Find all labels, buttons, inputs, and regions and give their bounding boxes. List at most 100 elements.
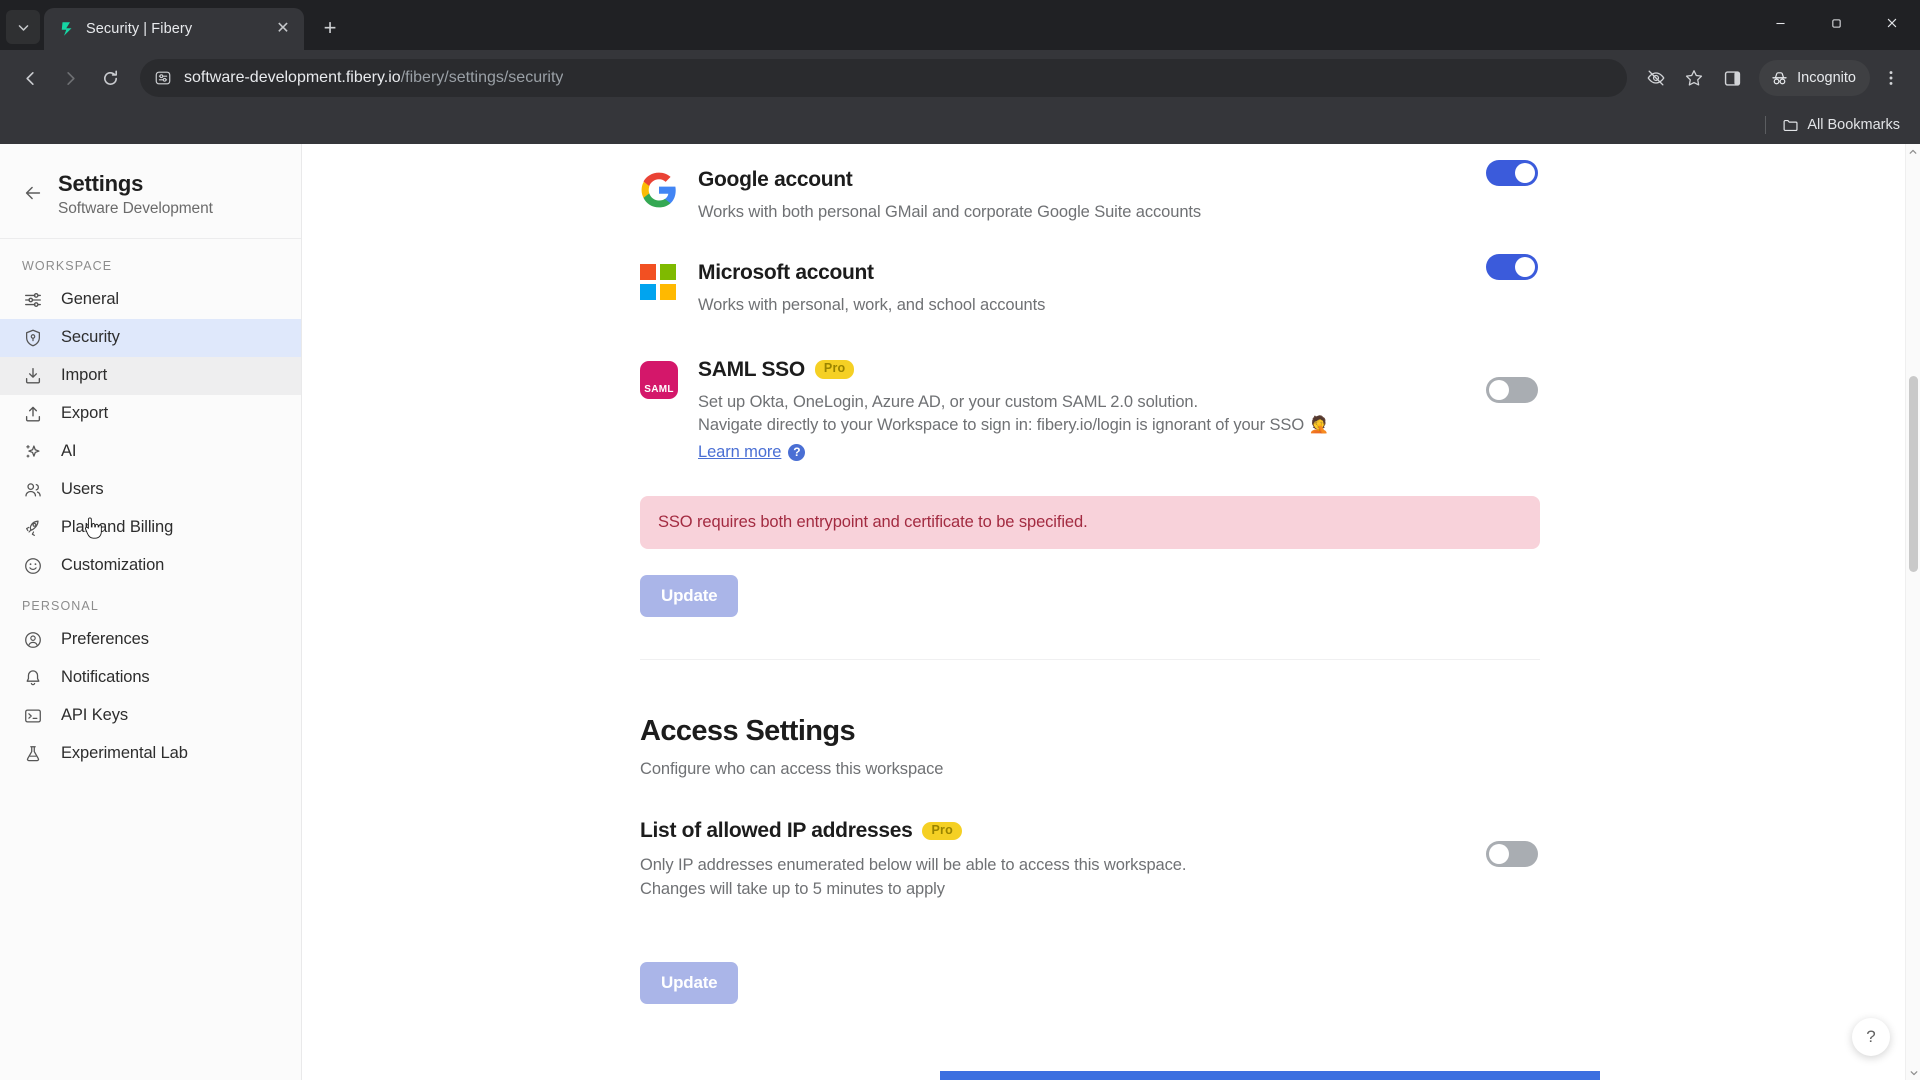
sidebar-item-customization[interactable]: Customization [0, 547, 301, 585]
saml-logo-text: SAML [644, 383, 674, 395]
sidebar-item-label: Plan and Billing [61, 518, 174, 536]
sidebar-item-label: General [61, 290, 120, 308]
upload-icon [22, 403, 44, 425]
ip-allowlist-row: List of allowed IP addresses Pro Only IP… [640, 819, 1540, 902]
sliders-icon [22, 289, 44, 311]
page-title: Settings [58, 171, 144, 196]
incognito-icon [1770, 69, 1789, 88]
fibery-logo-icon [58, 20, 76, 38]
auth-method-google: Google account Works with both personal … [640, 144, 1540, 230]
sso-update-button[interactable]: Update [640, 575, 739, 618]
sidebar-item-label: Import [61, 366, 108, 384]
smiley-icon [22, 555, 44, 577]
close-window-icon[interactable] [1864, 0, 1920, 46]
scrollbar-thumb[interactable] [1909, 376, 1918, 572]
sidebar-item-label: AI [61, 442, 77, 460]
sidebar-item-export[interactable]: Export [0, 395, 301, 433]
section-divider [640, 659, 1540, 661]
pro-badge: Pro [814, 360, 855, 380]
tab-strip: Security | Fibery ✕ + [0, 0, 1920, 50]
maximize-icon[interactable] [1808, 0, 1864, 46]
all-bookmarks-button[interactable]: All Bookmarks [1776, 113, 1906, 138]
arrow-left-icon[interactable] [22, 182, 44, 209]
scroll-down-arrow-icon[interactable] [1906, 1065, 1920, 1080]
saml-logo-icon: SAML [640, 360, 682, 399]
sidebar-item-preferences[interactable]: Preferences [0, 621, 301, 659]
sparkle-icon [22, 441, 44, 463]
sidebar-item-import[interactable]: Import [0, 356, 301, 395]
download-icon [22, 365, 44, 387]
sidebar-item-notifications[interactable]: Notifications [0, 659, 301, 697]
divider [1765, 116, 1767, 134]
ip-allowlist-description: Only IP addresses enumerated below will … [640, 854, 1540, 902]
vertical-scrollbar[interactable] [1905, 144, 1920, 1080]
new-tab-button[interactable]: + [314, 12, 346, 44]
access-settings-subtitle: Configure who can access this workspace [640, 760, 944, 779]
scroll-up-arrow-icon[interactable] [1906, 144, 1920, 159]
window-controls [1752, 0, 1920, 46]
chevron-down-icon[interactable] [6, 10, 40, 44]
auth-method-title: SAML SSO Pro [698, 358, 1540, 382]
auth-method-description: Works with both personal GMail and corpo… [698, 203, 1202, 221]
sidebar-item-label: Notifications [61, 668, 150, 686]
toggle-knob [1489, 379, 1509, 400]
all-bookmarks-label: All Bookmarks [1807, 117, 1900, 133]
microsoft-logo-icon [640, 264, 682, 305]
learn-more-link[interactable]: Learn more ? [698, 441, 806, 464]
sidebar-item-label: Users [61, 480, 104, 498]
minimize-icon[interactable] [1752, 0, 1808, 46]
sidebar-item-api-keys[interactable]: API Keys [0, 697, 301, 735]
access-settings-update-button[interactable]: Update [640, 961, 739, 1004]
access-settings-section: Access Settings Configure who can access… [640, 715, 1540, 1004]
bell-icon [22, 667, 44, 689]
incognito-indicator[interactable]: Incognito [1759, 60, 1870, 96]
tab-title: Security | Fibery [86, 21, 193, 37]
sidebar-item-general[interactable]: General [0, 281, 301, 319]
workspace-name: Software Development [58, 199, 213, 217]
side-panel-icon[interactable] [1715, 61, 1749, 95]
sidebar-item-label: Security [61, 328, 120, 346]
sidebar-item-ai[interactable]: AI [0, 433, 301, 471]
ip-allowlist-toggle[interactable] [1486, 841, 1538, 868]
sidebar-item-security[interactable]: Security [0, 318, 301, 357]
settings-sidebar: Settings Software Development WORKSPACE … [0, 144, 302, 1080]
close-icon[interactable]: ✕ [272, 18, 294, 40]
microsoft-account-toggle[interactable] [1486, 254, 1538, 281]
saml-sso-toggle[interactable] [1486, 376, 1538, 403]
sidebar-item-experimental-lab[interactable]: Experimental Lab [0, 735, 301, 773]
flask-icon [22, 743, 44, 765]
horizontal-scrollbar[interactable] [940, 1071, 1600, 1080]
browser-window: Security | Fibery ✕ + software-developme… [0, 0, 1920, 1080]
user-circle-icon [22, 629, 44, 651]
auth-method-title: Google account [698, 168, 853, 191]
address-bar[interactable]: software-development.fibery.io/fibery/se… [140, 59, 1628, 97]
back-icon[interactable] [12, 60, 48, 96]
sidebar-group-label-workspace: WORKSPACE [22, 258, 113, 273]
reload-icon[interactable] [92, 60, 128, 96]
security-settings-column: Google account Works with both personal … [640, 144, 1540, 1004]
sidebar-item-users[interactable]: Users [0, 471, 301, 509]
browser-toolbar: software-development.fibery.io/fibery/se… [0, 50, 1920, 106]
auth-method-description: Works with personal, work, and school ac… [698, 296, 1046, 315]
google-account-toggle[interactable] [1486, 160, 1538, 186]
site-settings-icon[interactable] [154, 69, 172, 87]
bookmarks-bar: All Bookmarks [0, 106, 1920, 144]
sidebar-item-plan-and-billing[interactable]: Plan and Billing [0, 509, 301, 547]
sidebar-item-label: Experimental Lab [61, 744, 188, 762]
sidebar-item-label: API Keys [61, 706, 129, 724]
ip-description-line-2: Changes will take up to 5 minutes to app… [640, 880, 945, 899]
ip-description-line-1: Only IP addresses enumerated below will … [640, 856, 1187, 875]
settings-content: Google account Works with both personal … [302, 144, 1920, 1080]
eye-off-icon[interactable] [1639, 61, 1673, 95]
forward-icon [52, 60, 88, 96]
help-button[interactable]: ? [1852, 1018, 1890, 1056]
toggle-knob [1515, 257, 1535, 278]
shield-icon [22, 327, 44, 349]
rocket-icon [22, 517, 44, 539]
browser-tab[interactable]: Security | Fibery ✕ [44, 8, 304, 50]
auth-method-description: Set up Okta, OneLogin, Azure AD, or your… [698, 391, 1540, 464]
kebab-menu-icon[interactable] [1874, 61, 1908, 95]
access-settings-title: Access Settings [640, 715, 856, 748]
bookmark-star-icon[interactable] [1677, 61, 1711, 95]
toggle-knob [1515, 163, 1535, 183]
